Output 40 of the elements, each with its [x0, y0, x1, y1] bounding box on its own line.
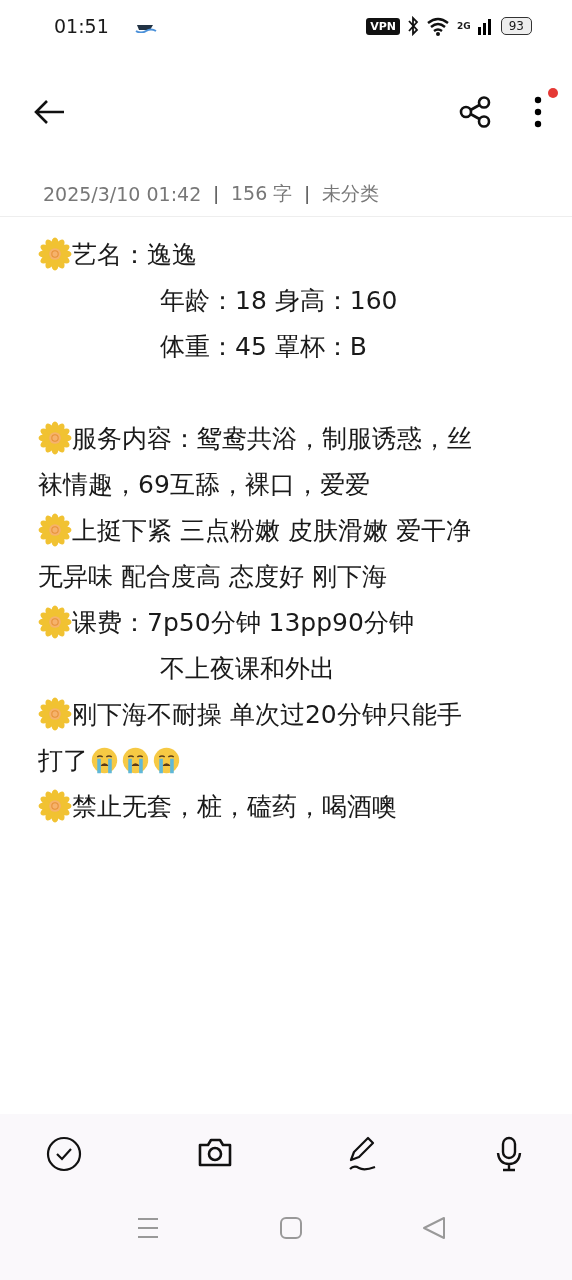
menu-button[interactable] — [136, 1216, 160, 1240]
notification-dot — [548, 88, 558, 98]
note-text: 上挺下紧 三点粉嫩 皮肤滑嫩 爱干净 — [72, 514, 471, 547]
flower-icon — [38, 237, 72, 271]
flower-icon — [38, 513, 72, 547]
note-text: 体重：45 罩杯：B — [160, 330, 367, 363]
signal-icon — [477, 17, 494, 35]
wifi-icon — [426, 16, 451, 36]
battery-level: 93 — [500, 17, 532, 35]
flower-icon — [38, 789, 72, 823]
note-meta-text: 2025/3/10 01:42 — [43, 183, 202, 205]
meta-separator: | — [304, 184, 310, 204]
crying-face-icon — [90, 745, 119, 775]
note-text: 刚下海不耐操 单次过20分钟只能手 — [72, 698, 462, 731]
back-button[interactable] — [32, 98, 66, 126]
note-text: 打了 — [38, 744, 88, 777]
note-text: 课费：7p50分钟 13pp90分钟 — [72, 606, 414, 639]
checklist-button[interactable] — [46, 1136, 82, 1172]
home-button[interactable] — [279, 1216, 303, 1240]
note-text: 禁止无套，桩，磕药，喝酒噢 — [72, 790, 397, 823]
meta-separator: | — [213, 184, 219, 204]
note-meta-text: 156 字 — [230, 181, 293, 206]
note-text: 服务内容：鸳鸯共浴，制服诱惑，丝 — [72, 422, 472, 455]
note-text: 艺名：逸逸 — [72, 238, 197, 271]
back-nav-button[interactable] — [422, 1216, 446, 1240]
flower-icon — [38, 605, 72, 639]
share-button[interactable] — [458, 95, 492, 129]
network-type: 2G — [457, 21, 471, 31]
flower-icon — [38, 697, 72, 731]
note-text: 袜情趣，69互舔，裸口，爱爱 — [38, 468, 370, 501]
bluetooth-icon — [407, 16, 420, 36]
crying-face-icon — [121, 745, 150, 775]
note-text: 年龄：18 身高：160 — [160, 284, 398, 317]
flower-icon — [38, 421, 72, 455]
crying-face-icon — [152, 745, 181, 775]
note-text: 无异味 配合度高 态度好 刚下海 — [38, 560, 387, 593]
clock-time: 01:51 — [54, 15, 109, 37]
note-meta-text: 未分类 — [322, 181, 379, 206]
vpn-badge: VPN — [366, 17, 401, 35]
note-text: 不上夜课和外出 — [160, 652, 335, 685]
